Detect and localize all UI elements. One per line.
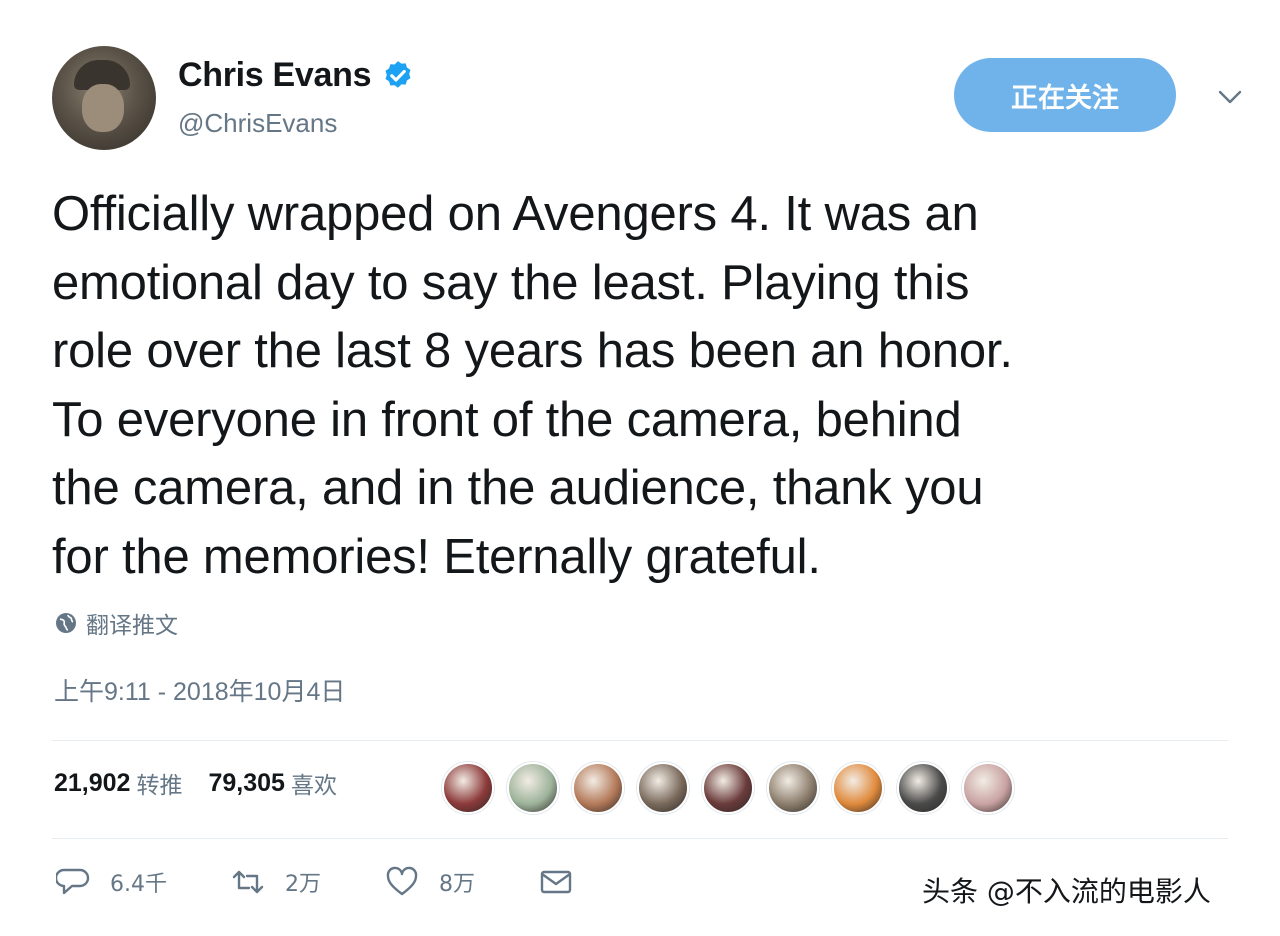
mail-icon xyxy=(540,870,572,894)
liker-avatars xyxy=(442,762,1027,814)
retweet-count: 2万 xyxy=(285,872,321,897)
retweet-icon xyxy=(232,870,264,894)
liker-avatar[interactable] xyxy=(962,762,1014,814)
chevron-down-icon[interactable] xyxy=(1216,86,1244,108)
author-display-name[interactable]: Chris Evans xyxy=(178,56,372,95)
reply-icon xyxy=(56,868,90,895)
liker-avatar[interactable] xyxy=(637,762,689,814)
verified-badge-icon xyxy=(385,60,411,88)
engagement-stats: 21,902 转推 79,305 喜欢 xyxy=(54,766,363,800)
author-handle[interactable]: @ChrisEvans xyxy=(178,108,337,139)
avatar-face xyxy=(82,84,124,132)
reply-button[interactable]: 6.4千 xyxy=(56,866,167,898)
liker-avatar[interactable] xyxy=(507,762,559,814)
liker-avatar[interactable] xyxy=(897,762,949,814)
liker-avatar[interactable] xyxy=(572,762,624,814)
retweets-count[interactable]: 21,902 xyxy=(54,769,130,798)
avatar[interactable] xyxy=(52,46,156,150)
globe-icon xyxy=(56,613,76,633)
divider-bottom xyxy=(52,838,1228,839)
translate-label[interactable]: 翻译推文 xyxy=(86,606,178,640)
likes-label[interactable]: 喜欢 xyxy=(291,766,337,800)
reply-count: 6.4千 xyxy=(110,872,167,897)
like-count: 8万 xyxy=(439,872,475,897)
tweet-timestamp[interactable]: 上午9:11 - 2018年10月4日 xyxy=(54,672,345,708)
liker-avatar[interactable] xyxy=(832,762,884,814)
tweet-card: Chris Evans @ChrisEvans 正在关注 Officially … xyxy=(0,0,1280,936)
divider-top xyxy=(52,740,1228,741)
tweet-text: Officially wrapped on Avengers 4. It was… xyxy=(52,187,1013,584)
liker-avatar[interactable] xyxy=(702,762,754,814)
author-name-row[interactable]: Chris Evans xyxy=(178,56,415,95)
heart-icon xyxy=(386,866,418,896)
liker-avatar[interactable] xyxy=(767,762,819,814)
following-button[interactable]: 正在关注 xyxy=(954,58,1176,132)
likes-count[interactable]: 79,305 xyxy=(208,769,284,798)
retweet-button[interactable]: 2万 xyxy=(231,866,321,898)
retweets-label[interactable]: 转推 xyxy=(136,766,182,800)
tweet-actions: 6.4千 2万 8万 xyxy=(56,866,657,898)
like-button[interactable]: 8万 xyxy=(385,866,475,898)
watermark: 头条 @不入流的电影人 xyxy=(922,875,1211,908)
liker-avatar[interactable] xyxy=(442,762,494,814)
direct-message-button[interactable] xyxy=(539,866,593,898)
translate-tweet-link[interactable]: 翻译推文 xyxy=(54,606,178,640)
